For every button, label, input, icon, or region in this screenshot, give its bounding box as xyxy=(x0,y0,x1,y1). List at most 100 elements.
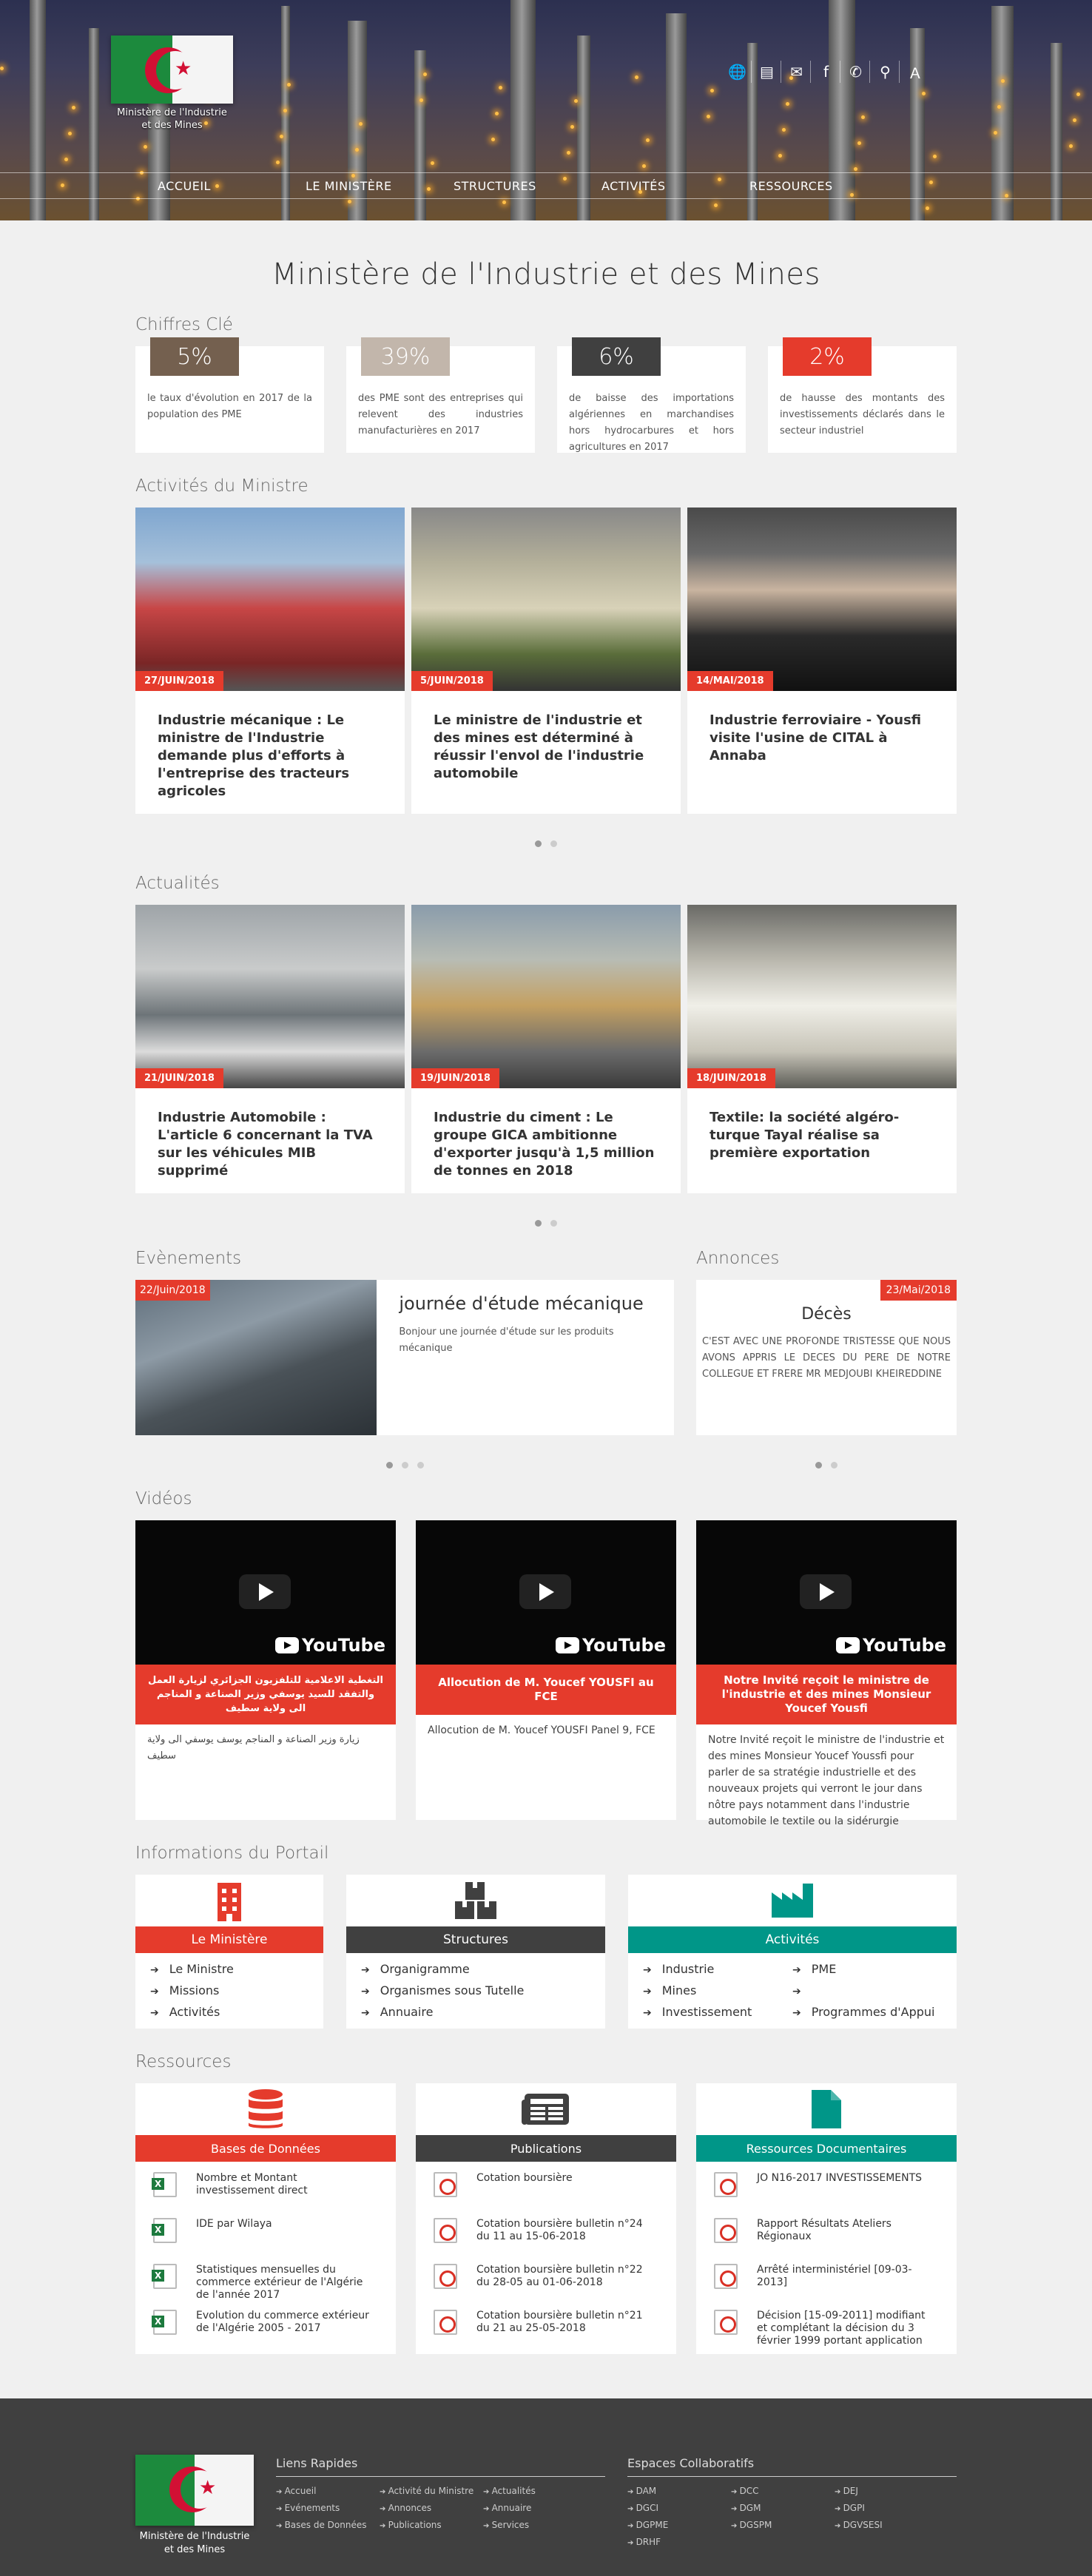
footer-link[interactable]: DGSPM xyxy=(731,2520,835,2530)
footer-link[interactable]: DAM xyxy=(627,2486,731,2496)
news-card[interactable]: 27/JUIN/2018 Industrie mécanique : Le mi… xyxy=(135,508,405,814)
footer-link[interactable]: DEJ xyxy=(835,2486,938,2496)
resource-block-label[interactable]: Bases de Données xyxy=(135,2135,396,2162)
resource-item[interactable]: Cotation boursière bulletin n°21 du 21 a… xyxy=(434,2310,658,2356)
news-card[interactable]: 5/JUIN/2018 Le ministre de l'industrie e… xyxy=(411,508,681,814)
carousel-dot[interactable] xyxy=(831,1462,837,1469)
info-link[interactable]: Mines xyxy=(643,1983,792,1997)
carousel-dot[interactable] xyxy=(550,840,557,847)
info-link[interactable]: Missions xyxy=(150,1983,309,1997)
book-icon[interactable]: ▤ xyxy=(753,61,781,83)
announcement-card[interactable]: 23/Mai/2018 Décès C'est avec une profond… xyxy=(696,1280,957,1435)
footer-link[interactable]: DRHF xyxy=(627,2537,731,2547)
nav-ressources[interactable]: RESSOURCES xyxy=(749,179,897,193)
phone-icon[interactable]: ✆ xyxy=(842,61,870,83)
footer-link[interactable]: Annuaire xyxy=(483,2503,587,2513)
news-card[interactable]: 18/JUIN/2018 Textile: la société algéro-… xyxy=(687,905,957,1193)
nav-activites[interactable]: ACTIVITÉS xyxy=(601,179,749,193)
event-card[interactable]: 22/Juin/2018 journée d'étude mécanique B… xyxy=(135,1280,674,1435)
accessibility-icon[interactable]: Ａ xyxy=(901,61,929,83)
footer-logo[interactable]: ★ Ministère de l'Industrie et des Mines xyxy=(135,2455,254,2557)
site-logo[interactable]: ★ Ministère de l'Industrie et des Mines xyxy=(111,36,233,136)
nav-accueil[interactable]: ACCUEIL xyxy=(158,179,306,193)
footer-link[interactable]: DGPI xyxy=(835,2503,938,2513)
document-icon xyxy=(696,2083,957,2135)
resource-item[interactable]: Arrêté interministériel [09-03-2013] xyxy=(714,2264,939,2310)
nav-ministere[interactable]: LE MINISTÈRE xyxy=(306,179,454,193)
footer-link[interactable]: Bases de Données xyxy=(276,2520,380,2530)
footer-link[interactable]: Actualités xyxy=(483,2486,587,2496)
footer-link[interactable]: Publications xyxy=(380,2520,483,2530)
news-card[interactable]: 14/MAI/2018 Industrie ferroviaire - Yous… xyxy=(687,508,957,814)
info-link[interactable] xyxy=(792,1983,942,1997)
youtube-logo[interactable]: YouTube xyxy=(555,1635,666,1656)
info-link[interactable]: Organigramme xyxy=(361,1962,590,1976)
footer-link[interactable]: DGCI xyxy=(627,2503,731,2513)
video-title[interactable]: Allocution de M. Youcef YOUSFI au FCE xyxy=(416,1665,676,1715)
footer-link[interactable]: Accueil xyxy=(276,2486,380,2496)
resource-block-label[interactable]: Ressources Documentaires xyxy=(696,2135,957,2162)
resource-item[interactable]: Cotation boursière bulletin n°22 du 28-0… xyxy=(434,2264,658,2310)
footer-link[interactable]: DGM xyxy=(731,2503,835,2513)
facebook-icon[interactable]: f xyxy=(812,61,840,83)
carousel-dot[interactable] xyxy=(535,1220,542,1227)
footer-link[interactable]: Annonces xyxy=(380,2503,483,2513)
resource-item[interactable]: Cotation boursière bulletin n°24 du 11 a… xyxy=(434,2218,658,2264)
footer-link[interactable]: Services xyxy=(483,2520,587,2530)
carousel-dot[interactable] xyxy=(385,1462,393,1469)
port-photo: 19/JUIN/2018 xyxy=(411,905,681,1088)
video-title[interactable]: التغطية الاعلامية للتلفزيون الجزائري لزي… xyxy=(135,1665,396,1724)
play-icon[interactable] xyxy=(239,1574,291,1609)
resource-item[interactable]: Rapport Résultats Ateliers Régionaux xyxy=(714,2218,939,2264)
mail-icon[interactable]: ✉ xyxy=(783,61,811,83)
info-block-label[interactable]: Le Ministère xyxy=(135,1926,323,1953)
nav-structures[interactable]: STRUCTURES xyxy=(454,179,601,193)
resource-item[interactable]: IDE par Wilaya xyxy=(152,2218,378,2264)
info-link[interactable]: Programmes d'Appui xyxy=(792,2005,942,2019)
resource-item[interactable]: JO N16-2017 INVESTISSEMENTS xyxy=(714,2172,939,2218)
main-navigation: ACCUEIL LE MINISTÈRE STRUCTURES ACTIVITÉ… xyxy=(0,172,1092,199)
quick-links: Liens Rapides Accueil Activité du Minist… xyxy=(276,2456,605,2530)
globe-icon[interactable]: 🌐 xyxy=(724,61,752,83)
resource-block-label[interactable]: Publications xyxy=(416,2135,676,2162)
resource-item[interactable]: Nombre et Montant investissement direct xyxy=(152,2172,378,2218)
info-link[interactable]: PME xyxy=(792,1962,942,1976)
footer-link[interactable]: Activité du Ministre xyxy=(380,2486,483,2496)
info-link[interactable]: Annuaire xyxy=(361,2005,590,2019)
footer-link[interactable]: Evénements xyxy=(276,2503,380,2513)
info-link[interactable]: Le Ministre xyxy=(150,1962,309,1976)
youtube-logo[interactable]: YouTube xyxy=(835,1635,946,1656)
info-link[interactable]: Investissement xyxy=(643,2005,792,2019)
video-title[interactable]: Notre Invité reçoit le ministre de l'ind… xyxy=(696,1665,957,1724)
footer: ★ Ministère de l'Industrie et des Mines … xyxy=(0,2398,1092,2576)
footer-link[interactable]: DCC xyxy=(731,2486,835,2496)
info-link[interactable]: Industrie xyxy=(643,1962,792,1976)
resource-item[interactable]: Cotation boursière xyxy=(434,2172,658,2218)
news-card[interactable]: 19/JUIN/2018 Industrie du ciment : Le gr… xyxy=(411,905,681,1193)
info-link[interactable]: Organismes sous Tutelle xyxy=(361,1983,590,1997)
video-player[interactable]: YouTube xyxy=(696,1520,957,1665)
resource-item[interactable]: Décision [15-09-2011] modifiant et compl… xyxy=(714,2310,939,2356)
video-player[interactable]: YouTube xyxy=(135,1520,396,1665)
carousel-dot[interactable] xyxy=(535,840,542,847)
search-icon[interactable]: ⚲ xyxy=(872,61,900,83)
carousel-dot[interactable] xyxy=(815,1462,822,1469)
footer-link[interactable]: DGVSESI xyxy=(835,2520,938,2530)
carousel-dot[interactable] xyxy=(401,1462,408,1469)
car-factory-photo: 5/JUIN/2018 xyxy=(411,508,681,691)
carousel-dot[interactable] xyxy=(550,1220,557,1227)
info-block-label[interactable]: Activités xyxy=(628,1926,957,1953)
info-block-label[interactable]: Structures xyxy=(346,1926,605,1953)
resource-item[interactable]: Statistiques mensuelles du commerce exté… xyxy=(152,2264,378,2310)
footer-link[interactable]: DGPME xyxy=(627,2520,731,2530)
pdf-file-icon xyxy=(714,2264,738,2289)
resource-item[interactable]: Evolution du commerce extérieur de l'Alg… xyxy=(152,2310,378,2356)
carousel-dot[interactable] xyxy=(417,1462,424,1469)
video-player[interactable]: YouTube xyxy=(416,1520,676,1665)
youtube-logo[interactable]: YouTube xyxy=(274,1635,385,1656)
play-icon[interactable] xyxy=(800,1574,852,1609)
logo-text: Ministère de l'Industrie et des Mines xyxy=(117,107,227,131)
play-icon[interactable] xyxy=(519,1574,571,1609)
news-card[interactable]: 21/JUIN/2018 Industrie Automobile : L'ar… xyxy=(135,905,405,1193)
info-link[interactable]: Activités xyxy=(150,2005,309,2019)
